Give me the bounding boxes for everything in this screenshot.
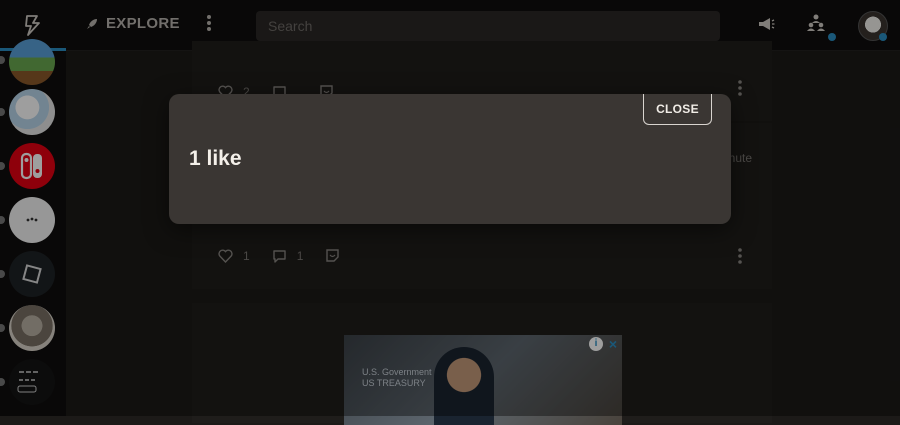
likes-dialog: CLOSE 1 like	[169, 94, 731, 224]
dialog-title: 1 like	[189, 147, 242, 170]
close-button[interactable]: CLOSE	[643, 94, 712, 125]
